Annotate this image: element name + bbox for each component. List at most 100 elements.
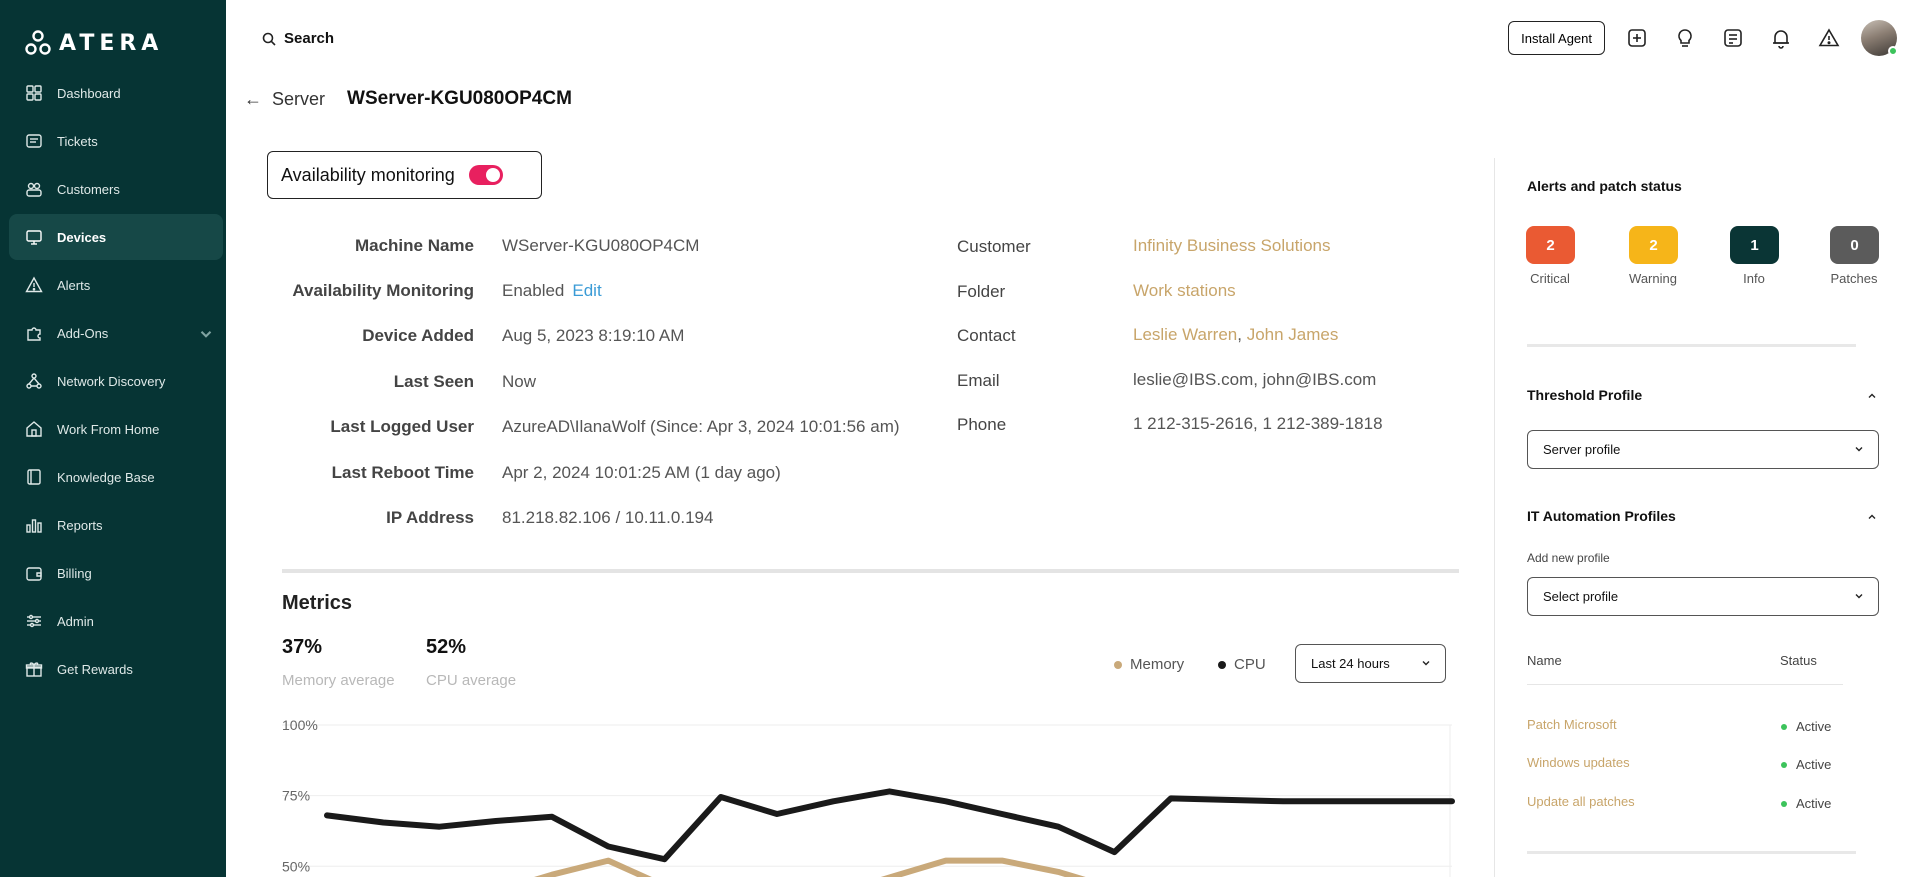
chevron-down-icon — [1422, 661, 1430, 666]
profile-row-name[interactable]: Patch Microsoft — [1527, 717, 1617, 732]
y-tick-label: 50% — [282, 858, 310, 874]
series-line-cpu — [324, 788, 1455, 863]
alerts-patch-title: Alerts and patch status — [1527, 178, 1682, 194]
atera-logo-icon — [25, 30, 51, 55]
phone-value: 1 212-315-2616, 1 212-389-1818 — [1133, 414, 1383, 433]
online-status-dot — [1888, 46, 1898, 56]
search-icon — [262, 32, 276, 46]
it-automation-title: IT Automation Profiles — [1527, 508, 1676, 524]
sliders-icon — [27, 614, 41, 628]
legend-cpu[interactable]: CPU — [1218, 656, 1266, 673]
chevron-down-icon — [1855, 447, 1863, 452]
threshold-profile-title: Threshold Profile — [1527, 387, 1643, 403]
folder-label: Folder — [957, 282, 1006, 301]
sidebar-item-label: Admin — [57, 613, 94, 629]
info-badge[interactable]: 1 — [1730, 226, 1779, 264]
metrics-title: Metrics — [282, 592, 353, 614]
add-button[interactable] — [1621, 22, 1653, 54]
info-label: Info — [1743, 271, 1765, 286]
profile-row-name[interactable]: Update all patches — [1527, 794, 1635, 809]
customers-icon — [26, 182, 42, 197]
status-dot — [1781, 761, 1787, 768]
table-header-name: Name — [1527, 653, 1562, 668]
sidebar-item-dashboard[interactable]: Dashboard — [9, 70, 223, 116]
sidebar-item-tickets[interactable]: Tickets — [9, 118, 223, 164]
add-new-profile-label: Add new profile — [1527, 551, 1610, 565]
sidebar-item-billing[interactable]: Billing — [9, 550, 223, 596]
back-arrow-icon[interactable]: ← — [244, 89, 262, 110]
lightbulb-icon — [1678, 29, 1692, 47]
breadcrumb-parent[interactable]: Server — [272, 89, 325, 110]
notifications-button[interactable] — [1765, 22, 1797, 54]
right-panel-divider — [1494, 158, 1495, 877]
contact-link[interactable]: Leslie Warren — [1133, 325, 1237, 344]
chevron-down-icon — [1855, 594, 1863, 599]
info-value: Apr 2, 2024 10:01:25 AM (1 day ago) — [502, 463, 781, 482]
bell-icon — [1773, 30, 1789, 49]
availability-toggle[interactable] — [468, 165, 503, 185]
page-title: WServer-KGU080OP4CM — [347, 88, 572, 109]
legend-memory[interactable]: Memory — [1114, 656, 1184, 673]
contact-separator: , — [1237, 325, 1242, 344]
threshold-profile-select[interactable]: Server profile — [1527, 430, 1879, 469]
info-label: Last Seen — [393, 372, 474, 391]
warnings-button[interactable] — [1813, 22, 1845, 54]
profile-row-name[interactable]: Windows updates — [1527, 755, 1630, 770]
time-range-select[interactable]: Last 24 hours — [1295, 644, 1446, 683]
sidebar-item-label: Customers — [57, 181, 120, 197]
sidebar-item-label: Billing — [57, 565, 92, 581]
logo[interactable]: ATERA — [25, 30, 163, 56]
cpu-average-label: CPU average — [426, 672, 517, 689]
info-label: Last Reboot Time — [331, 463, 474, 482]
profile-row-status: Active — [1781, 719, 1831, 734]
customer-label: Customer — [957, 237, 1031, 256]
warning-label: Warning — [1629, 271, 1677, 286]
table-divider — [1527, 684, 1843, 685]
folder-link[interactable]: Work stations — [1133, 281, 1236, 301]
notes-button[interactable] — [1717, 22, 1749, 54]
gift-icon — [25, 662, 43, 677]
availability-label: Availability monitoring — [281, 164, 455, 185]
customer-link[interactable]: Infinity Business Solutions — [1133, 236, 1331, 256]
patches-badge[interactable]: 0 — [1830, 226, 1879, 264]
tips-button[interactable] — [1669, 22, 1701, 54]
install-agent-button[interactable]: Install Agent — [1508, 21, 1605, 55]
table-header-status: Status — [1780, 653, 1817, 668]
ticket-icon — [26, 134, 42, 148]
chevron-up-icon[interactable] — [1866, 390, 1878, 402]
select-profile-value: Select profile — [1543, 589, 1619, 604]
time-range-value: Last 24 hours — [1311, 656, 1390, 671]
info-label: Machine Name — [354, 236, 474, 255]
panel-separator — [1527, 851, 1856, 854]
edit-link[interactable]: Edit — [572, 281, 601, 300]
legend-swatch — [1218, 660, 1226, 669]
sidebar-item-label: Get Rewards — [57, 661, 133, 677]
search-bar[interactable]: Search — [262, 30, 334, 47]
legend-swatch — [1114, 660, 1122, 669]
critical-badge[interactable]: 2 — [1526, 226, 1575, 264]
select-profile-dropdown[interactable]: Select profile — [1527, 577, 1879, 616]
chevron-up-icon[interactable] — [1866, 511, 1878, 523]
phone-label: Phone — [957, 415, 1007, 434]
info-label: IP Address — [386, 508, 474, 527]
sidebar-item-label: Tickets — [57, 133, 98, 149]
info-value: Aug 5, 2023 8:19:10 AM — [502, 326, 685, 345]
contact-value: Leslie Warren, John James — [1133, 325, 1338, 345]
warning-badge[interactable]: 2 — [1629, 226, 1678, 264]
warning-icon — [1818, 28, 1840, 47]
memory-average-label: Memory average — [282, 672, 395, 689]
avatar[interactable] — [1861, 20, 1898, 56]
info-value: Now — [502, 372, 537, 391]
sidebar-item-get-rewards[interactable]: Get Rewards — [9, 646, 223, 692]
sidebar-item-customers[interactable]: Customers — [9, 166, 223, 212]
threshold-profile-value: Server profile — [1543, 442, 1621, 457]
status-dot — [1781, 800, 1787, 807]
info-value: 81.218.82.106 / 10.11.0.194 — [502, 508, 714, 527]
legend-label: Memory — [1130, 656, 1185, 673]
series-line-memory — [534, 857, 1086, 877]
section-divider — [282, 569, 1459, 573]
wallet-icon — [26, 567, 42, 581]
sidebar-item-admin[interactable]: Admin — [9, 598, 223, 644]
y-tick-label: 75% — [282, 788, 310, 804]
contact-link[interactable]: John James — [1247, 325, 1339, 344]
